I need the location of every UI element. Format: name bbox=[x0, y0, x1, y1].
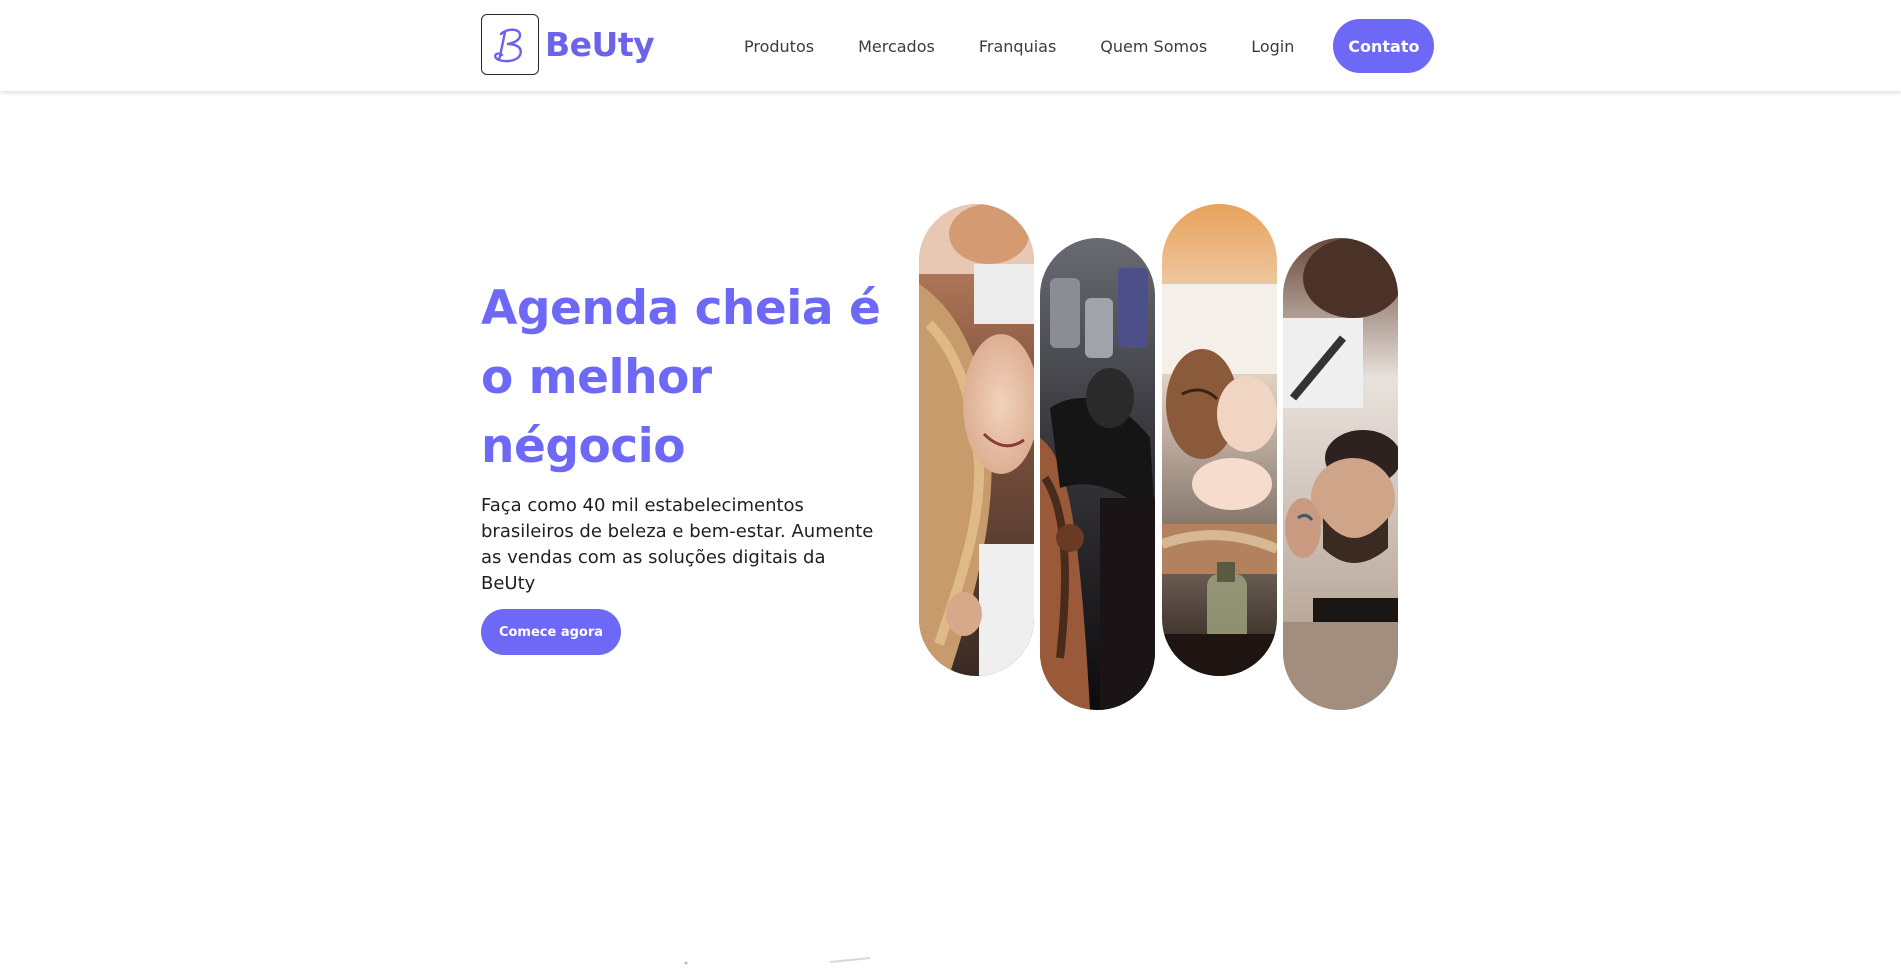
start-now-button[interactable]: Comece agora bbox=[481, 609, 621, 655]
hero-subtitle-line: Faça como 40 mil estabelecimentos bbox=[481, 495, 804, 516]
hair-stylist-photo bbox=[919, 204, 1034, 676]
tattoo-artist-photo bbox=[1040, 238, 1155, 710]
hero-title-line: o melhor bbox=[481, 350, 712, 405]
hero-subtitle: Faça como 40 mil estabelecimentos brasil… bbox=[481, 493, 881, 597]
facial-treatment-photo bbox=[1162, 204, 1277, 676]
nav-item-franquias[interactable]: Franquias bbox=[979, 37, 1056, 56]
contact-button[interactable]: Contato bbox=[1333, 19, 1435, 73]
nav-item-login[interactable]: Login bbox=[1251, 37, 1294, 56]
logo-mark bbox=[481, 14, 539, 75]
brand-logo[interactable]: BeUty bbox=[481, 14, 655, 75]
nav-item-produtos[interactable]: Produtos bbox=[744, 37, 814, 56]
main-nav: Produtos Mercados Franquias Quem Somos L… bbox=[744, 19, 1435, 73]
hero-title-line: Agenda cheia é bbox=[481, 281, 881, 336]
brand-name: BeUty bbox=[545, 25, 655, 64]
hero-subtitle-line: brasileiros de beleza e bem-estar. Aumen… bbox=[481, 521, 874, 542]
logo-b-icon bbox=[494, 28, 522, 62]
site-header: BeUty Produtos Mercados Franquias Quem S… bbox=[0, 0, 1901, 91]
next-section-preview bbox=[680, 950, 880, 965]
hero-title-line: négocio bbox=[481, 419, 686, 474]
nav-item-quem-somos[interactable]: Quem Somos bbox=[1100, 37, 1207, 56]
hero-subtitle-line: as vendas com as soluções digitais da Be… bbox=[481, 547, 826, 594]
barber-photo bbox=[1283, 238, 1398, 710]
nav-item-mercados[interactable]: Mercados bbox=[858, 37, 935, 56]
hero-title: Agenda cheia é o melhor négocio bbox=[481, 274, 901, 481]
